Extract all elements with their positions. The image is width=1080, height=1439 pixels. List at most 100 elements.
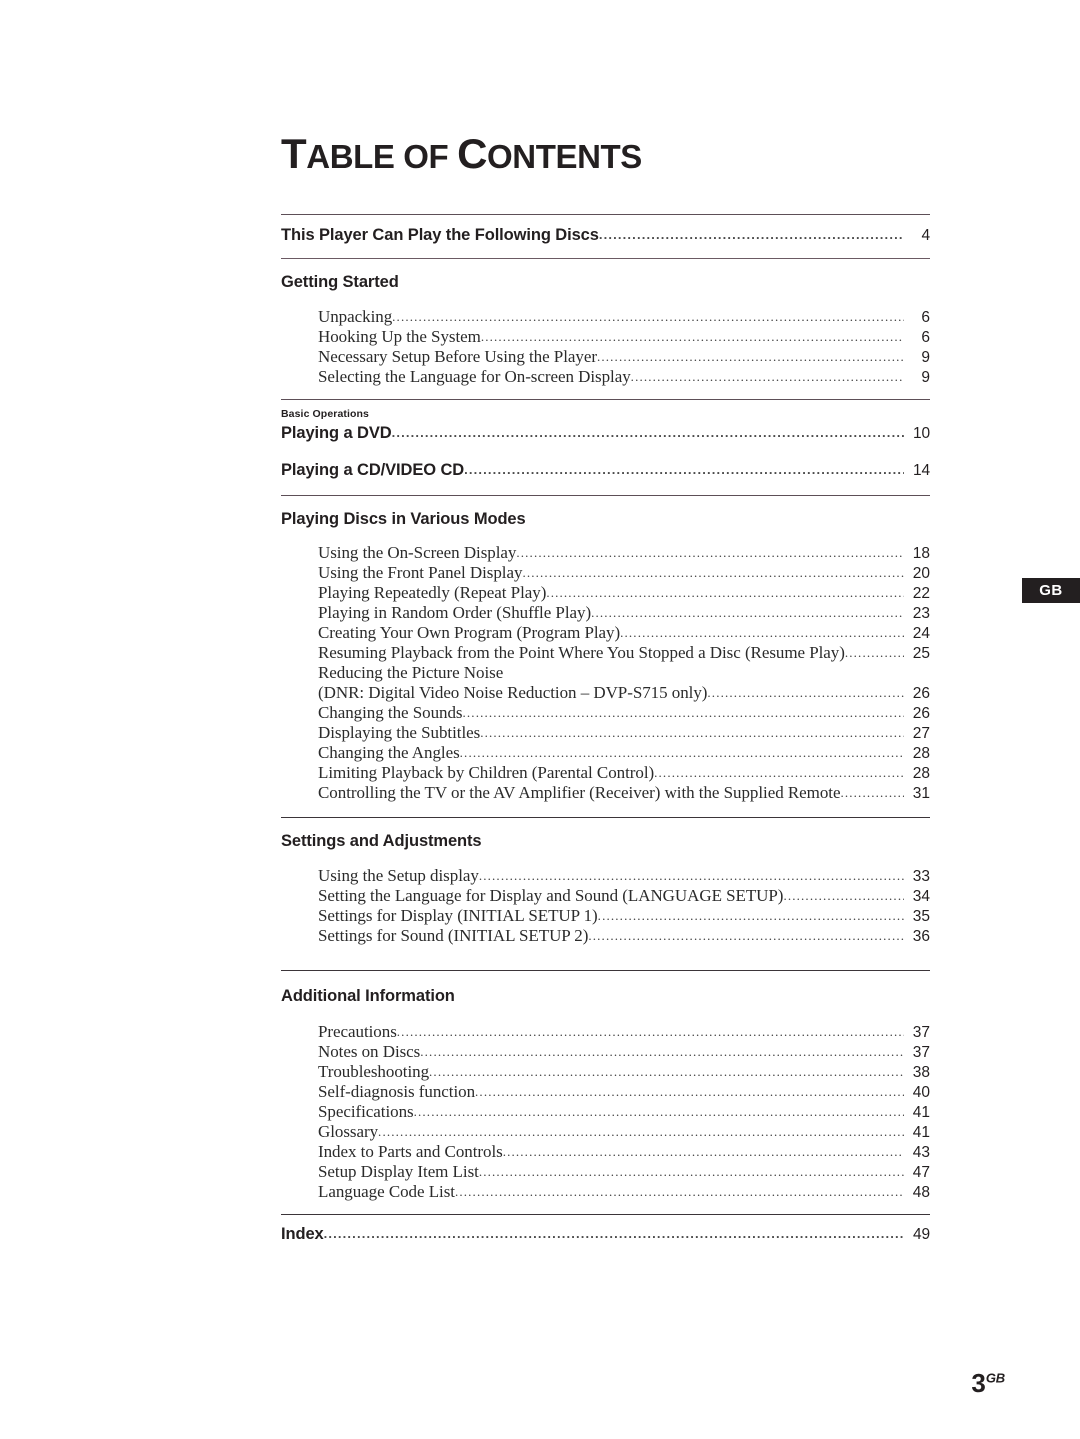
toc-subentry-label: Setup Display Item List <box>318 1162 479 1182</box>
region-tab-gb: GB <box>1022 578 1080 603</box>
toc-subentry[interactable]: Playing in Random Order (Shuffle Play) 2… <box>281 603 930 623</box>
toc-subentry-label: Controlling the TV or the AV Amplifier (… <box>318 783 841 803</box>
toc-subentry-label: Settings for Display (INITIAL SETUP 1) <box>318 906 598 926</box>
section-heading-additional-information: Additional Information <box>281 987 455 1006</box>
section-heading-various-modes: Playing Discs in Various Modes <box>281 510 526 529</box>
dot-leader <box>503 1144 904 1160</box>
section-heading-settings: Settings and Adjustments <box>281 832 482 851</box>
toc-subentry-page: 33 <box>912 868 930 886</box>
toc-subentry-label: Using the Setup display <box>318 866 479 886</box>
toc-subentry[interactable]: Notes on Discs 37 <box>281 1042 930 1062</box>
toc-entry-playing-dvd[interactable]: Playing a DVD 10 <box>281 424 930 443</box>
toc-subentry-label: Setting the Language for Display and Sou… <box>318 886 784 906</box>
toc-subentry[interactable]: Necessary Setup Before Using the Player … <box>281 347 930 367</box>
toc-entry-page: 10 <box>912 425 930 443</box>
toc-subentry[interactable]: Setup Display Item List 47 <box>281 1162 930 1182</box>
toc-subentry-label: Unpacking <box>318 307 393 327</box>
toc-subentry[interactable]: Using the Setup display 33 <box>281 866 930 886</box>
dot-leader <box>591 605 904 621</box>
toc-subentry-page: 41 <box>912 1124 930 1142</box>
toc-subentry-label: Limiting Playback by Children (Parental … <box>318 763 655 783</box>
dot-leader <box>480 725 904 741</box>
dot-leader <box>840 785 904 801</box>
toc-subentry[interactable]: Resuming Playback from the Point Where Y… <box>281 643 930 663</box>
toc-subentry-page: 26 <box>912 685 930 703</box>
dot-leader <box>463 705 905 721</box>
dot-leader <box>397 1024 904 1040</box>
dot-leader <box>546 585 904 601</box>
dot-leader <box>597 349 904 365</box>
dot-leader <box>516 545 904 561</box>
toc-entry-index[interactable]: Index 49 <box>281 1225 930 1244</box>
toc-subentry-page: 36 <box>912 928 930 946</box>
toc-subentry-label: Using the On-Screen Display <box>318 543 517 563</box>
toc-subentry-label: Creating Your Own Program (Program Play) <box>318 623 621 643</box>
toc-subentry-label: Settings for Sound (INITIAL SETUP 2) <box>318 926 589 946</box>
dot-leader <box>588 928 904 944</box>
folio-region-suffix: GB <box>985 1370 1005 1386</box>
toc-subentry[interactable]: Settings for Display (INITIAL SETUP 1) 3… <box>281 906 930 926</box>
toc-subentry[interactable]: (DNR: Digital Video Noise Reduction – DV… <box>281 683 930 703</box>
toc-entry-discs[interactable]: This Player Can Play the Following Discs… <box>281 226 930 245</box>
toc-subentry[interactable]: Unpacking 6 <box>281 307 930 327</box>
dot-leader <box>460 745 904 761</box>
region-tab-label: GB <box>1039 582 1063 599</box>
toc-subentry[interactable]: Setting the Language for Display and Sou… <box>281 886 930 906</box>
toc-subentry[interactable]: Index to Parts and Controls 43 <box>281 1142 930 1162</box>
toc-subentry-page: 6 <box>921 329 930 347</box>
dot-leader <box>479 1164 904 1180</box>
toc-subentry[interactable]: Specifications 41 <box>281 1102 930 1122</box>
page-title-initial-c: C <box>457 130 488 177</box>
toc-content: TABLE OF CONTENTS This Player Can Play t… <box>281 0 930 1244</box>
dot-leader <box>429 1064 904 1080</box>
page-title-initial-t: T <box>281 130 307 177</box>
dot-leader <box>845 645 904 661</box>
toc-subentry[interactable]: Displaying the Subtitles 27 <box>281 723 930 743</box>
toc-subentry[interactable]: Controlling the TV or the AV Amplifier (… <box>281 783 930 803</box>
toc-subentry-page: 37 <box>912 1024 930 1042</box>
toc-subentry-page: 37 <box>912 1044 930 1062</box>
section-heading-getting-started: Getting Started <box>281 273 399 292</box>
toc-subentry[interactable]: Playing Repeatedly (Repeat Play) 22 <box>281 583 930 603</box>
toc-subentry-continuation[interactable]: Reducing the Picture Noise <box>281 663 930 683</box>
toc-entry-playing-cd-video-cd[interactable]: Playing a CD/VIDEO CD 14 <box>281 461 930 480</box>
dot-leader <box>599 227 904 242</box>
toc-subentry-label: Displaying the Subtitles <box>318 723 481 743</box>
toc-subentry-label: Playing in Random Order (Shuffle Play) <box>318 603 592 623</box>
toc-subentry[interactable]: Settings for Sound (INITIAL SETUP 2) 36 <box>281 926 930 946</box>
dot-leader <box>654 765 904 781</box>
toc-subentry-page: 18 <box>912 545 930 563</box>
toc-subentry-page: 48 <box>912 1184 930 1202</box>
toc-subentry-page: 34 <box>912 888 930 906</box>
page-title: TABLE OF CONTENTS <box>281 0 930 176</box>
toc-subentry[interactable]: Using the On-Screen Display 18 <box>281 543 930 563</box>
toc-entry-label: Index <box>281 1225 324 1244</box>
toc-subentry[interactable]: Limiting Playback by Children (Parental … <box>281 763 930 783</box>
toc-subentry-label: Index to Parts and Controls <box>318 1142 503 1162</box>
toc-subentry[interactable]: Hooking Up the System 6 <box>281 327 930 347</box>
toc-subentry[interactable]: Selecting the Language for On-screen Dis… <box>281 367 930 387</box>
toc-entry-page: 49 <box>912 1226 930 1244</box>
toc-subentry-page: 26 <box>912 705 930 723</box>
toc-entry-label: Playing a CD/VIDEO CD <box>281 461 465 480</box>
toc-subentry[interactable]: Glossary 41 <box>281 1122 930 1142</box>
toc-subentry-label: Necessary Setup Before Using the Player <box>318 347 597 367</box>
toc-subentry[interactable]: Changing the Sounds 26 <box>281 703 930 723</box>
page-title-word-able: ABLE <box>306 138 395 175</box>
toc-subentry[interactable]: Creating Your Own Program (Program Play)… <box>281 623 930 643</box>
toc-subentry-page: 25 <box>912 645 930 663</box>
dot-leader <box>475 1084 904 1100</box>
toc-subentry-page: 23 <box>912 605 930 623</box>
toc-subentry[interactable]: Using the Front Panel Display 20 <box>281 563 930 583</box>
toc-subentry-page: 35 <box>912 908 930 926</box>
toc-subentry[interactable]: Self-diagnosis function 40 <box>281 1082 930 1102</box>
toc-subentry-label: (DNR: Digital Video Noise Reduction – DV… <box>318 683 708 703</box>
dot-leader <box>522 565 904 581</box>
toc-subentry[interactable]: Precautions 37 <box>281 1022 930 1042</box>
toc-subentry-label: Precautions <box>318 1022 397 1042</box>
toc-subentry[interactable]: Changing the Angles 28 <box>281 743 930 763</box>
toc-subentry[interactable]: Language Code List 48 <box>281 1182 930 1202</box>
toc-subentry[interactable]: Troubleshooting 38 <box>281 1062 930 1082</box>
toc-subentry-label: Specifications <box>318 1102 414 1122</box>
dot-leader <box>479 868 904 884</box>
